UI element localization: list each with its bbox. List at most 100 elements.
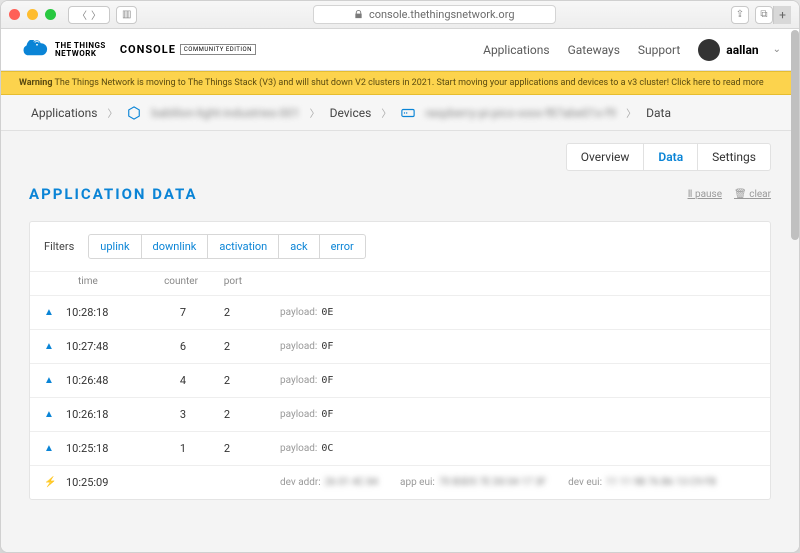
nav-support[interactable]: Support xyxy=(638,43,680,57)
cell-counter: 1 xyxy=(138,442,196,455)
warning-prefix: Warning xyxy=(19,78,52,88)
cell-dev-eui: dev eui:11 11 9B 76 B6 13 C9 FB xyxy=(568,477,716,488)
cell-counter: 7 xyxy=(138,306,196,319)
cell-payload: payload:0F xyxy=(280,375,333,386)
browser-titlebar: 〈〉 ▥ console.thethingsnetwork.org ⇪ ⧉ + xyxy=(1,1,799,29)
table-row[interactable]: ▲10:28:1872 payload:0E xyxy=(30,295,770,329)
filter-ack[interactable]: ack xyxy=(279,235,319,258)
new-tab-button[interactable]: + xyxy=(773,6,791,24)
pause-button[interactable]: Ⅱ pause xyxy=(688,189,722,200)
cell-payload: payload:0F xyxy=(280,341,333,352)
col-counter: counter xyxy=(150,276,208,287)
main-content: Overview Data Settings APPLICATION DATA … xyxy=(1,131,799,552)
crumb-data: Data xyxy=(646,106,671,120)
device-icon xyxy=(401,106,415,120)
avatar xyxy=(698,39,720,61)
nav-applications[interactable]: Applications xyxy=(483,43,549,57)
page-title: APPLICATION DATA xyxy=(29,185,198,203)
cell-time: 10:25:09 xyxy=(66,476,138,489)
sidebar-toggle-icon[interactable]: ▥ xyxy=(116,6,137,24)
table-row[interactable]: ▲10:27:4862 payload:0F xyxy=(30,329,770,363)
uplink-arrow-icon: ▲ xyxy=(44,375,66,386)
filter-group: uplink downlink activation ack error xyxy=(88,234,365,259)
cell-counter: 6 xyxy=(138,340,196,353)
cell-counter: 4 xyxy=(138,374,196,387)
cell-port: 2 xyxy=(196,374,240,387)
table-row[interactable]: ⚡10:25:09dev addr:26 01 4C 84app eui:70 … xyxy=(30,465,770,499)
breadcrumb: Applications 〉 bablilon-light-industries… xyxy=(1,95,799,131)
filter-activation[interactable]: activation xyxy=(208,235,279,258)
table-row[interactable]: ▲10:26:1832 payload:0F xyxy=(30,397,770,431)
cell-port: 2 xyxy=(196,442,240,455)
username: aallan xyxy=(726,43,758,57)
uplink-arrow-icon: ▲ xyxy=(44,443,66,454)
cell-time: 10:25:18 xyxy=(66,442,138,455)
chevron-right-icon: 〉 xyxy=(381,105,391,120)
cell-dev-addr: dev addr:26 01 4C 84 xyxy=(280,477,378,488)
user-menu[interactable]: aallan ⌄ xyxy=(698,39,781,61)
filter-error[interactable]: error xyxy=(320,235,365,258)
uplink-arrow-icon: ▲ xyxy=(44,409,66,420)
cell-time: 10:26:48 xyxy=(66,374,138,387)
minimize-window-icon[interactable] xyxy=(27,9,38,20)
table-row[interactable]: ▲10:25:1812 payload:0C xyxy=(30,431,770,465)
chevron-right-icon: 〉 xyxy=(310,105,320,120)
console-wordmark: CONSOLE xyxy=(120,43,176,56)
cell-payload: payload:0E xyxy=(280,307,333,318)
chevron-down-icon: ⌄ xyxy=(773,44,781,55)
cell-payload: payload:0C xyxy=(280,443,333,454)
logo-line2: NETWORK xyxy=(55,50,106,58)
forward-icon[interactable]: 〉 xyxy=(89,7,103,22)
pause-icon: Ⅱ xyxy=(688,189,695,200)
tab-data[interactable]: Data xyxy=(643,143,698,171)
filter-downlink[interactable]: downlink xyxy=(142,235,209,258)
crumb-devices[interactable]: Devices xyxy=(330,106,372,120)
col-time: time xyxy=(78,276,150,287)
warning-body: The Things Network is moving to The Thin… xyxy=(52,78,763,88)
address-bar[interactable]: console.thethingsnetwork.org xyxy=(313,5,556,24)
cell-app-eui: app eui:70 B3D5 7E D0 04 17 3F xyxy=(400,477,546,488)
cell-time: 10:26:18 xyxy=(66,408,138,421)
trash-icon: 🗑 xyxy=(734,189,749,200)
table-header: time counter port xyxy=(30,272,770,295)
filters-label: Filters xyxy=(44,240,74,253)
cloud-icon xyxy=(19,40,49,60)
uplink-arrow-icon: ▲ xyxy=(44,307,66,318)
cell-port: 2 xyxy=(196,408,240,421)
cell-port: 2 xyxy=(196,306,240,319)
share-icon[interactable]: ⇪ xyxy=(731,6,749,24)
clear-button[interactable]: 🗑 clear xyxy=(734,189,771,200)
crumb-app[interactable]: bablilon-light-industries-001 xyxy=(151,106,299,120)
scrollbar-thumb[interactable] xyxy=(791,30,799,240)
col-port: port xyxy=(208,276,252,287)
nav-gateways[interactable]: Gateways xyxy=(568,43,620,57)
crumb-device[interactable]: raspberry-pi-pico-xxxx-f87abe01x-f9 xyxy=(425,106,616,120)
table-row[interactable]: ▲10:26:4842 payload:0F xyxy=(30,363,770,397)
cell-time: 10:27:48 xyxy=(66,340,138,353)
app-icon xyxy=(127,106,141,120)
cell-port: 2 xyxy=(196,340,240,353)
tabs-icon[interactable]: ⧉ xyxy=(755,6,773,24)
tab-settings[interactable]: Settings xyxy=(697,143,771,171)
warning-banner[interactable]: Warning The Things Network is moving to … xyxy=(1,71,799,95)
cell-payload: payload:0F xyxy=(280,409,333,420)
app-header: THE THINGS NETWORK CONSOLE COMMUNITY EDI… xyxy=(1,29,799,71)
view-tabs: Overview Data Settings xyxy=(29,143,771,171)
data-panel: Filters uplink downlink activation ack e… xyxy=(29,221,771,500)
tab-overview[interactable]: Overview xyxy=(566,143,645,171)
cell-counter: 3 xyxy=(138,408,196,421)
lock-icon xyxy=(354,10,363,19)
window-controls xyxy=(9,9,56,20)
edition-badge: COMMUNITY EDITION xyxy=(180,44,256,55)
cell-time: 10:28:18 xyxy=(66,306,138,319)
chevron-right-icon: 〉 xyxy=(626,105,636,120)
url-text: console.thethingsnetwork.org xyxy=(369,8,515,21)
ttn-logo[interactable]: THE THINGS NETWORK CONSOLE COMMUNITY EDI… xyxy=(19,40,256,60)
close-window-icon[interactable] xyxy=(9,9,20,20)
back-forward-buttons[interactable]: 〈〉 xyxy=(68,6,110,24)
back-icon[interactable]: 〈 xyxy=(75,7,89,22)
zoom-window-icon[interactable] xyxy=(45,9,56,20)
filter-uplink[interactable]: uplink xyxy=(89,235,141,258)
uplink-arrow-icon: ▲ xyxy=(44,341,66,352)
crumb-applications[interactable]: Applications xyxy=(31,106,97,120)
